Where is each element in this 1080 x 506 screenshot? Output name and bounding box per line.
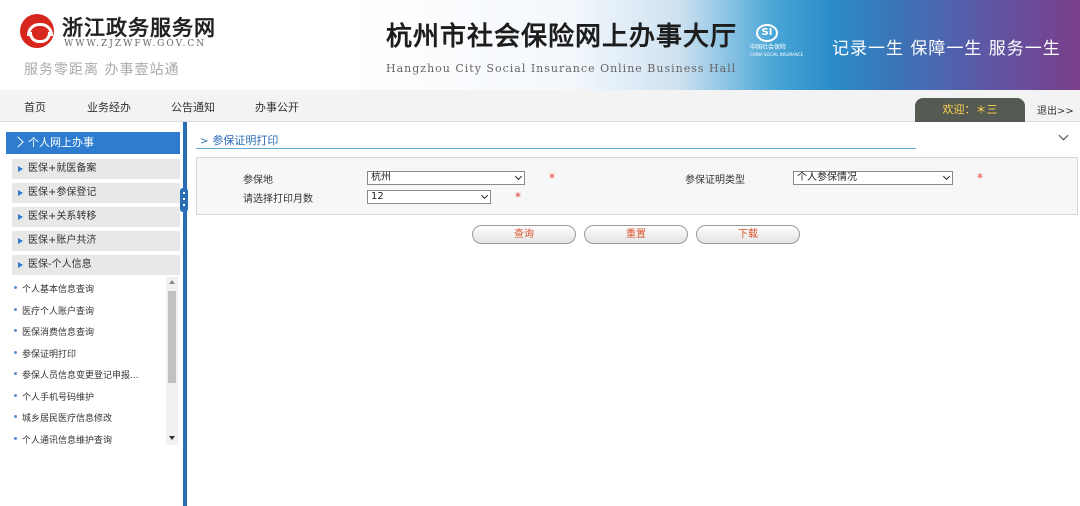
cert-type-select[interactable]: 个人参保情况 (793, 171, 953, 185)
page-title-text: 参保证明打印 (212, 134, 279, 147)
si-logo-en: CHINA SOCIAL INSURANCE (750, 52, 804, 57)
welcome-badge: 欢迎：＊三 (915, 98, 1025, 122)
cert-type-select-value: 个人参保情况 (797, 172, 857, 183)
required-mark: * (977, 171, 983, 185)
sidebar-group-label: 医保+就医备案 (28, 163, 97, 174)
scroll-thumb[interactable] (168, 291, 176, 383)
sidebar-link-label: 个人基本信息查询 (22, 285, 95, 295)
top-nav: 首页 业务经办 公告通知 办事公开 欢迎：＊三 退出>> (0, 90, 1080, 122)
sidebar-link-label: 医保消费信息查询 (22, 328, 95, 338)
place-select[interactable]: 杭州 (367, 171, 525, 185)
logo-title: 浙江政务服务网 (62, 15, 216, 40)
bullet-icon (14, 329, 17, 332)
sidebar-group-label: 医保+账户共济 (28, 235, 97, 246)
required-mark: * (549, 171, 555, 185)
required-mark: * (515, 190, 521, 204)
query-form: 参保地 杭州 * 参保证明类型 个人参保情况 * 请选择打印月数 12 * (196, 157, 1078, 215)
nav-notices[interactable]: 公告通知 (171, 99, 215, 115)
banner-title: 杭州市社会保险网上办事大厅 (386, 22, 738, 52)
sidebar-group-label: 医保+关系转移 (28, 211, 97, 222)
sidebar-link-label: 参保证明打印 (22, 350, 77, 360)
download-button[interactable]: 下载 (696, 225, 800, 244)
scroll-up-icon[interactable] (169, 280, 175, 284)
logout-link[interactable]: 退出>> (1037, 102, 1074, 117)
sidebar-group-label: 医保-个人信息 (28, 259, 92, 270)
triangle-right-icon (18, 238, 23, 244)
banner-slogan: 记录一生 保障一生 服务一生 (832, 39, 1061, 59)
reset-button[interactable]: 重置 (584, 225, 688, 244)
chevron-down-icon[interactable] (1058, 131, 1070, 143)
bullet-icon (14, 372, 17, 375)
scroll-down-icon[interactable] (169, 436, 175, 440)
sidebar-header[interactable]: 个人网上办事 (6, 132, 180, 154)
sidebar-scrollbar[interactable] (166, 277, 178, 445)
chevron-down-icon (514, 172, 523, 181)
bullet-icon (14, 437, 17, 440)
sidebar-link[interactable]: 个人基本信息查询 (14, 282, 95, 295)
title-underline (196, 148, 916, 149)
logo-slogan: 服务零距离 办事壹站通 (24, 62, 180, 78)
months-select-value: 12 (371, 191, 384, 202)
sidebar-link[interactable]: 医保消费信息查询 (14, 325, 95, 338)
place-select-value: 杭州 (371, 172, 391, 183)
triangle-right-icon (18, 262, 23, 268)
query-button[interactable]: 查询 (472, 225, 576, 244)
sidebar-group-personal-info[interactable]: 医保-个人信息 (12, 255, 180, 275)
bullet-icon (14, 308, 17, 311)
sidebar-link-label: 个人手机号码维护 (22, 393, 95, 403)
site-header: 浙江政务服务网 WWW.ZJZWFW.GOV.CN 服务零距离 办事壹站通 杭州… (0, 0, 1080, 90)
sidebar-group-enrollment[interactable]: 医保+参保登记 (12, 183, 180, 203)
triangle-right-icon (18, 166, 23, 172)
chevron-down-icon (480, 191, 489, 200)
sidebar-link-label: 个人通讯信息维护查询 (22, 436, 113, 446)
social-insurance-logo-icon: SI 中国社会保险 CHINA SOCIAL INSURANCE (750, 24, 804, 62)
banner-subtitle: Hangzhou City Social Insurance Online Bu… (386, 62, 737, 75)
triangle-right-icon (18, 190, 23, 196)
si-logo-text: 中国社会保险 (750, 44, 787, 51)
sidebar-divider (183, 122, 187, 506)
months-label: 请选择打印月数 (243, 194, 313, 205)
sidebar: 个人网上办事 医保+就医备案 医保+参保登记 医保+关系转移 医保+账户共济 医… (0, 122, 188, 506)
nav-home[interactable]: 首页 (24, 99, 46, 115)
sidebar-link-label: 城乡居民医疗信息修改 (22, 414, 113, 424)
nav-public[interactable]: 办事公开 (255, 99, 299, 115)
sidebar-link-label: 参保人员信息变更登记申报... (22, 371, 139, 381)
sidebar-header-label: 个人网上办事 (28, 136, 94, 149)
bullet-icon (14, 286, 17, 289)
nav-business[interactable]: 业务经办 (87, 99, 131, 115)
sidebar-link[interactable]: 个人手机号码维护 (14, 390, 95, 403)
triangle-right-icon (18, 214, 23, 220)
bullet-icon (14, 394, 17, 397)
page-title: > 参保证明打印 (200, 132, 278, 148)
banner: 杭州市社会保险网上办事大厅 Hangzhou City Social Insur… (350, 0, 1080, 90)
bullet-icon (14, 351, 17, 354)
sidebar-link[interactable]: 医疗个人账户查询 (14, 304, 95, 317)
sidebar-group-transfer[interactable]: 医保+关系转移 (12, 207, 180, 227)
sidebar-link-label: 医疗个人账户查询 (22, 307, 95, 317)
sidebar-link[interactable]: 参保证明打印 (14, 347, 77, 360)
logo-url: WWW.ZJZWFW.GOV.CN (64, 39, 207, 49)
sidebar-collapse-handle[interactable] (180, 188, 188, 212)
sidebar-group-label: 医保+参保登记 (28, 187, 97, 198)
sidebar-group-account-sharing[interactable]: 医保+账户共济 (12, 231, 180, 251)
cert-type-label: 参保证明类型 (685, 175, 745, 186)
zjzwfw-logo-icon (20, 14, 54, 48)
chevron-right-icon (12, 136, 24, 148)
place-label: 参保地 (243, 175, 273, 186)
months-select[interactable]: 12 (367, 190, 491, 204)
logo-area[interactable]: 浙江政务服务网 WWW.ZJZWFW.GOV.CN 服务零距离 办事壹站通 (0, 0, 350, 90)
sidebar-link[interactable]: 城乡居民医疗信息修改 (14, 411, 113, 424)
sidebar-link[interactable]: 参保人员信息变更登记申报... (14, 368, 139, 381)
chevron-down-icon (942, 172, 951, 181)
sidebar-group-medical-filing[interactable]: 医保+就医备案 (12, 159, 180, 179)
bullet-icon (14, 415, 17, 418)
sidebar-link[interactable]: 个人通讯信息维护查询 (14, 433, 113, 446)
chevron-right-icon: > (200, 136, 209, 147)
